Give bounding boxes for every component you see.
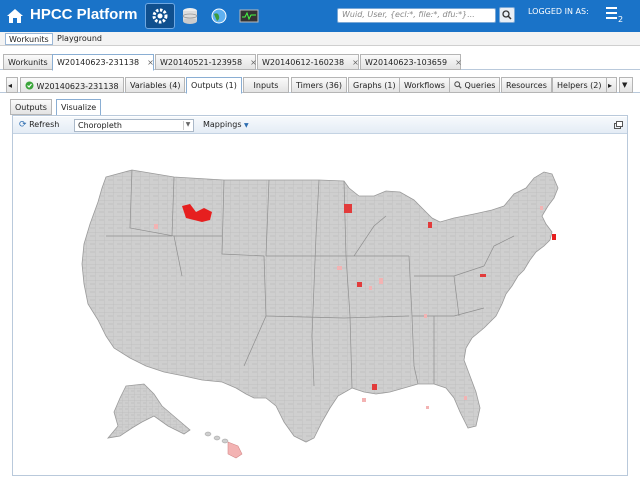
hawaii [204,431,243,459]
monitor-icon[interactable] [234,3,264,29]
tab-label: Graphs (1) [353,81,396,90]
globe-icon[interactable] [204,3,234,29]
tab-outputs-sub[interactable]: Outputs [10,99,52,115]
search-icon[interactable] [499,7,515,23]
menu-badge: 2 [618,15,624,24]
tab-variables[interactable]: Variables (4) [125,77,186,93]
tab-label: Outputs [15,103,47,112]
tab-outputs[interactable]: Outputs (1) [186,77,242,94]
output-tab-bar: Outputs Visualize [0,99,640,116]
app-header: HPCC Platform Wuid, User, {ecl:*, file:*… [0,0,640,32]
nav-workunits[interactable]: Workunits [5,33,53,45]
tab-graphs[interactable]: Graphs (1) [348,77,401,93]
detail-tab-bar: ◂ W20140623-231138 Variables (4) Outputs… [0,75,640,94]
scroll-left-icon[interactable]: ◂ [6,77,18,93]
chevron-down-icon: ▼ [244,122,249,129]
home-icon[interactable] [6,7,24,25]
tab-label: Queries [464,81,496,90]
close-icon[interactable]: × [250,58,257,67]
tab-inputs[interactable]: Inputs [243,77,289,93]
tab-queries[interactable]: Queries [449,77,501,93]
close-icon[interactable]: × [455,58,462,67]
refresh-button[interactable]: ⟳ Refresh [19,120,59,130]
refresh-icon: ⟳ [19,120,27,130]
mappings-button[interactable]: Mappings ▼ [203,120,249,129]
tab-label: Inputs [253,81,279,90]
tab-label: Outputs (1) [191,81,237,90]
tab-label: Helpers (2) [557,81,602,90]
refresh-label: Refresh [29,120,60,129]
tab-label: W20140612-160238 [262,58,345,67]
logged-in-label: LOGGED IN AS: [528,7,589,16]
tab-workflows[interactable]: Workflows [399,77,450,93]
app-title: HPCC Platform [30,6,138,23]
viz-type-select[interactable]: Choropleth ▼ [74,119,194,132]
tab-label: W20140521-123958 [160,58,243,67]
tab-label: Timers (36) [296,81,342,90]
chevron-down-icon: ▼ [183,121,192,130]
tab-list-icon[interactable]: ▼ [619,77,633,93]
menu-icon[interactable]: 2 [606,7,628,27]
mappings-label: Mappings [203,120,242,129]
gear-icon[interactable] [145,3,175,29]
tab-label: Workflows [404,81,445,90]
tab-wu-103659[interactable]: W20140623-103659 × [360,54,462,70]
tab-label: Variables (4) [130,81,181,90]
tab-resources[interactable]: Resources [501,77,552,93]
tab-label: Workunits [8,58,48,67]
tab-wu-123958[interactable]: W20140521-123958 × [155,54,257,70]
tab-visualize[interactable]: Visualize [56,99,102,116]
tab-timers[interactable]: Timers (36) [291,77,347,93]
close-icon[interactable]: × [147,58,154,67]
viz-type-value: Choropleth [78,121,122,130]
tab-label: W20140623-231138 [36,82,119,91]
database-icon[interactable] [175,3,205,29]
workunit-tab-bar: Workunits W20140623-231138 × W20140521-12… [0,52,640,71]
tab-workunits[interactable]: Workunits [3,54,53,70]
nav-playground[interactable]: Playground [54,33,105,45]
tab-wu-231138[interactable]: W20140623-231138 × [52,54,154,71]
close-icon[interactable]: × [352,58,359,67]
search-icon [454,81,462,89]
section-nav: Workunits Playground [0,32,640,46]
maximize-icon[interactable] [614,121,623,131]
tab-wu-160238[interactable]: W20140612-160238 × [257,54,359,70]
tab-label: W20140623-103659 [365,58,448,67]
alaska [107,383,191,439]
tab-summary[interactable]: W20140623-231138 [20,77,124,93]
search-input[interactable]: Wuid, User, {ecl:*, file:*, dfu:*}... [337,8,496,23]
choropleth-map[interactable] [14,136,626,474]
success-icon [25,81,34,90]
scroll-right-icon[interactable]: ▸ [606,77,617,93]
tab-label: W20140623-231138 [57,58,140,67]
tab-label: Resources [506,81,547,90]
tab-helpers[interactable]: Helpers (2) [552,77,607,93]
tab-label: Visualize [61,103,97,112]
